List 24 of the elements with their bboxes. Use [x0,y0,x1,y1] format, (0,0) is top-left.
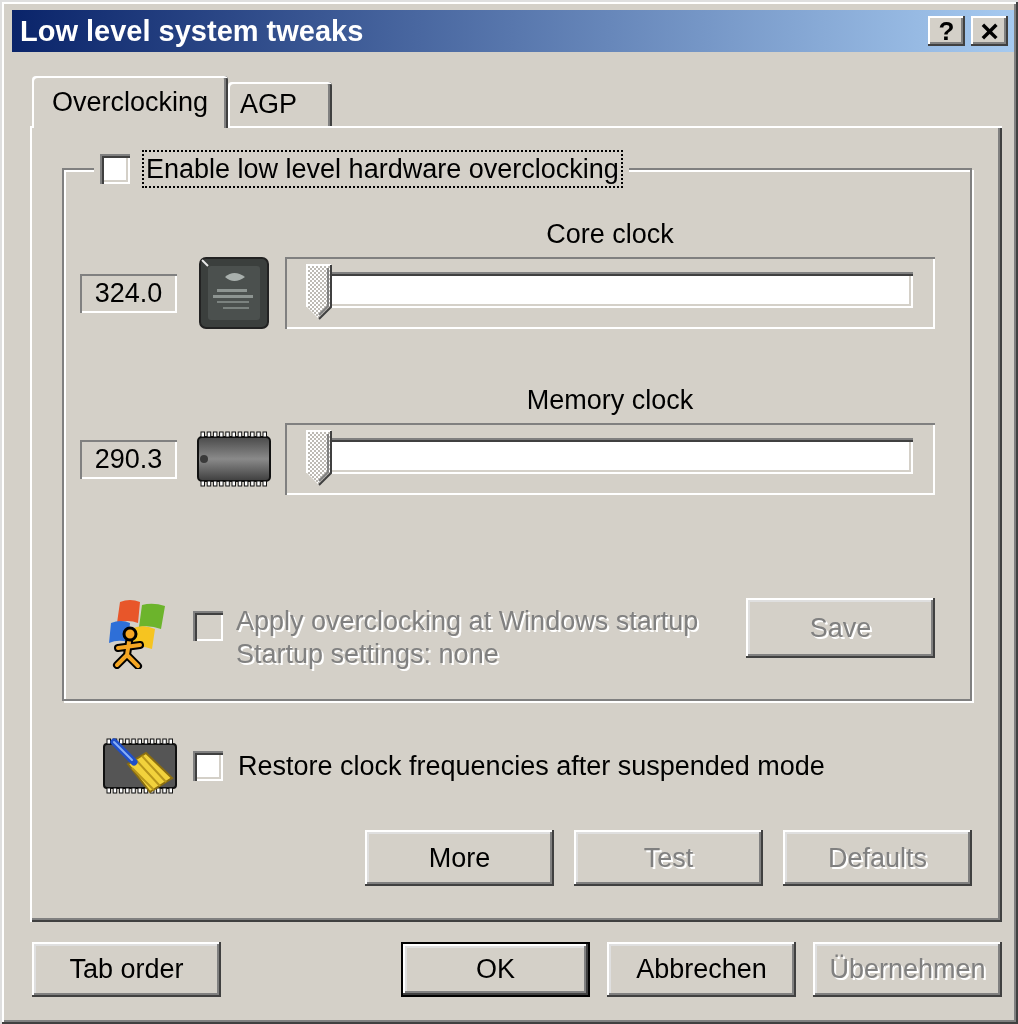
tab[interactable]: Overclocking [32,76,229,128]
clock-label: Core clock [546,218,674,250]
clock-value: 290.3 [80,439,177,479]
chip-icon [199,257,269,329]
clock-label: Memory clock [526,384,694,416]
panel-button[interactable]: More [365,830,554,886]
dialog-button[interactable]: Abbrechen [607,942,796,997]
dialog-button[interactable]: OK [401,942,590,997]
checkbox[interactable] [100,154,130,184]
startup-settings-text: Startup settings: none [236,638,499,671]
tab-order-button[interactable]: Tab order [32,942,221,997]
close-button[interactable]: × [971,16,1008,46]
checkbox[interactable] [193,751,223,781]
flag-person-icon [108,599,166,669]
help-button[interactable]: ? [928,16,965,46]
clock-value: 324.0 [80,273,177,313]
checkbox-label[interactable]: Enable low level hardware overclocking [142,150,623,188]
window-title: Low level system tweaks [20,14,365,49]
tab[interactable]: AGP [228,82,333,126]
broom-chip-icon [102,738,178,794]
slider-track[interactable] [306,430,913,486]
checkbox-label[interactable]: Restore clock frequencies after suspended mode [238,749,825,783]
slider-track[interactable] [306,264,913,320]
memory-chip-icon [196,431,272,487]
